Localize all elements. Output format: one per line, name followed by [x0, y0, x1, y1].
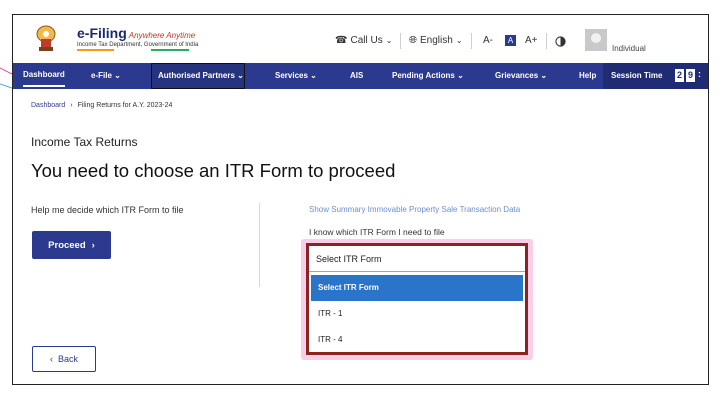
language-label: English [420, 35, 453, 46]
nav-ais[interactable]: AIS [350, 63, 363, 89]
session-digit: 9 [686, 69, 695, 82]
show-summary-link[interactable]: Show Summary Immovable Property Sale Tra… [309, 205, 520, 214]
nav-grievances[interactable]: Grievances ⌄ [495, 63, 547, 89]
nav-help[interactable]: Help [579, 63, 596, 89]
back-label: Back [57, 354, 78, 364]
help-decide-text: Help me decide which ITR Form to file [31, 205, 184, 215]
section-label: Income Tax Returns [31, 135, 138, 149]
scroll-annotation-mark [0, 67, 12, 89]
emblem-icon [36, 25, 56, 51]
chevron-right-icon: › [91, 239, 95, 251]
font-increase-button[interactable]: A+ [525, 35, 538, 46]
chevron-right-icon: › [70, 102, 73, 109]
brand-tagline: Anywhere Anytime [128, 31, 196, 40]
font-normal-button[interactable]: A [505, 35, 516, 46]
session-time-label: Session Time [611, 71, 663, 80]
nav-dashboard[interactable]: Dashboard [23, 63, 65, 87]
nav-authorised-partners[interactable]: Authorised Partners ⌄ [151, 63, 245, 89]
session-digit: 2 [675, 69, 684, 82]
know-itr-text: I know which ITR Form I need to file [309, 227, 445, 237]
globe-icon: 🌐︎ [409, 35, 417, 46]
chevron-down-icon: ⌄ [385, 36, 393, 45]
user-avatar[interactable] [585, 29, 607, 51]
chevron-down-icon: ⌄ [455, 36, 463, 45]
chevron-down-icon: ⌄ [310, 71, 317, 80]
proceed-label: Proceed [48, 239, 86, 251]
chevron-down-icon: ⌄ [237, 71, 244, 80]
page-title: You need to choose an ITR Form to procee… [31, 160, 396, 181]
breadcrumb-dashboard-link[interactable]: Dashboard [31, 102, 65, 109]
browser-frame: e-Filing Anywhere Anytime Income Tax Depa… [12, 14, 709, 385]
header-divider [400, 33, 401, 49]
brand-subtitle: Income Tax Department, Government of Ind… [77, 42, 199, 48]
header-divider [471, 33, 472, 49]
nav-efile[interactable]: e-File ⌄ [91, 63, 121, 89]
tricolor-underline [77, 49, 189, 51]
site-header: e-Filing Anywhere Anytime Income Tax Depa… [13, 15, 708, 63]
session-timer: Session Time 2 9 : [603, 63, 708, 89]
main-nav: Dashboard e-File ⌄ Authorised Partners ⌄… [13, 63, 708, 89]
itr-form-dropdown: Select ITR Form Select ITR Form ITR - 1 … [306, 243, 528, 355]
proceed-button[interactable]: Proceed › [32, 231, 111, 259]
breadcrumb: Dashboard › Filing Returns for A.Y. 2023… [31, 102, 172, 109]
chevron-down-icon: ⌄ [457, 71, 464, 80]
font-decrease-button[interactable]: A- [483, 35, 493, 46]
user-role-label: Individual [612, 44, 646, 53]
phone-icon: ☎ [335, 35, 348, 46]
chevron-down-icon: ⌄ [540, 71, 548, 80]
brand-title[interactable]: e-Filing Anywhere Anytime [77, 25, 195, 41]
call-us-label: Call Us [350, 35, 383, 46]
nav-services[interactable]: Services ⌄ [275, 63, 317, 89]
chevron-down-icon: ⌄ [114, 71, 121, 80]
nav-pending-actions[interactable]: Pending Actions ⌄ [392, 63, 464, 89]
option-itr-1[interactable]: ITR - 1 [311, 301, 523, 327]
call-us-menu[interactable]: ☎ Call Us ⌄ [335, 35, 392, 46]
chevron-left-icon: ‹ [49, 354, 53, 364]
breadcrumb-current: Filing Returns for A.Y. 2023-24 [77, 102, 173, 109]
back-button[interactable]: ‹ Back [32, 346, 96, 372]
option-itr-4[interactable]: ITR - 4 [311, 327, 523, 353]
session-colon: : [698, 69, 701, 79]
vertical-divider [259, 203, 260, 287]
header-divider [546, 33, 547, 49]
language-selector[interactable]: 🌐︎ English ⌄ [409, 35, 463, 46]
option-select-itr-form[interactable]: Select ITR Form [311, 275, 523, 301]
contrast-icon[interactable] [555, 36, 566, 47]
itr-form-select[interactable]: Select ITR Form [309, 246, 525, 272]
